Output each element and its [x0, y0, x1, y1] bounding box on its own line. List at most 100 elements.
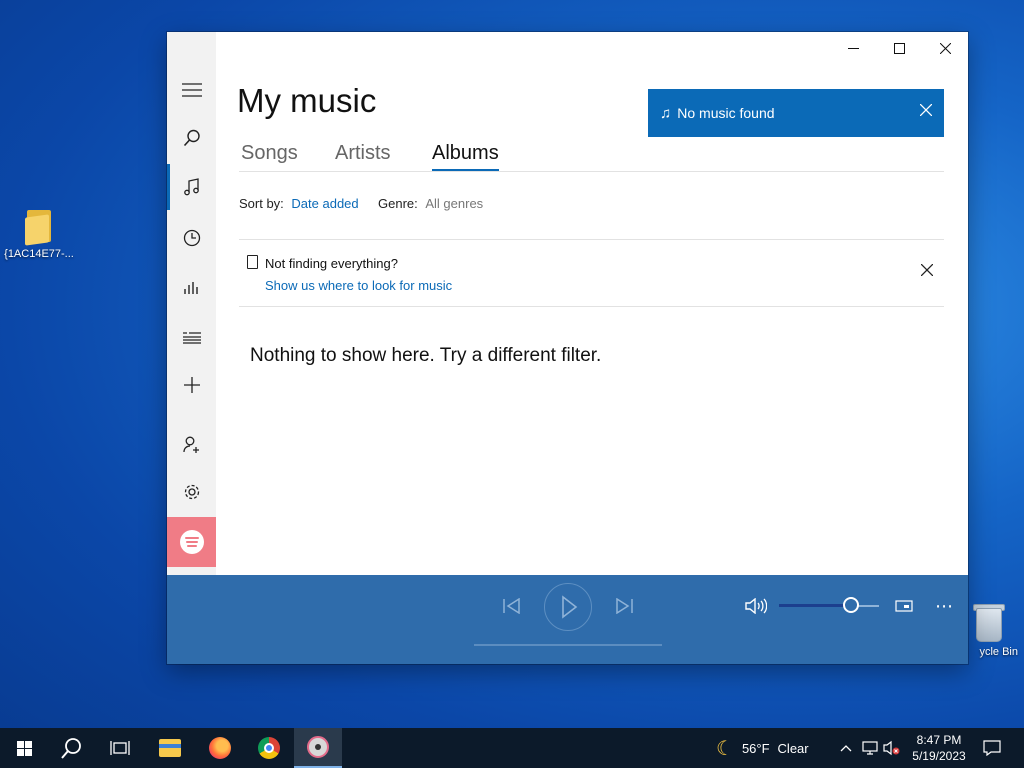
- clock-time: 8:47 PM: [916, 733, 962, 747]
- speaker-volume-icon: [745, 598, 767, 614]
- search-icon: [61, 738, 81, 759]
- windows-logo-icon: [16, 740, 32, 756]
- mini-view-button[interactable]: [891, 593, 917, 619]
- firefox-icon: [209, 737, 231, 759]
- network-monitor-icon: [862, 741, 878, 755]
- close-icon: [919, 103, 933, 117]
- task-view-icon: [110, 741, 130, 755]
- recent-plays-button[interactable]: [167, 215, 216, 261]
- close-window-button[interactable]: [922, 32, 968, 64]
- chevron-up-icon: [840, 745, 852, 752]
- now-playing-button[interactable]: [167, 265, 216, 311]
- sort-value-dropdown[interactable]: Date added: [291, 196, 358, 211]
- playlists-icon: [182, 332, 201, 344]
- plus-icon: [183, 377, 200, 393]
- moon-icon: ☾: [716, 737, 734, 760]
- close-icon: [920, 263, 934, 277]
- playlists-button[interactable]: [167, 315, 216, 361]
- file-explorer-taskbar-button[interactable]: [146, 728, 194, 768]
- search-icon: [183, 129, 200, 147]
- desktop-folder-label: {1AC14E77-...: [4, 248, 74, 260]
- more-dots-icon: ⋯: [935, 595, 953, 616]
- sign-in-button[interactable]: [167, 422, 216, 468]
- new-playlist-button[interactable]: [167, 362, 216, 408]
- navigation-rail: [167, 32, 216, 575]
- taskbar: ☾ 56°F Clear 8:47 PM 5/19/2023: [0, 728, 1024, 768]
- groove-music-taskbar-button[interactable]: [294, 728, 342, 768]
- banner-close-button[interactable]: [919, 103, 933, 121]
- music-note-icon: [183, 178, 199, 196]
- groove-music-icon: [307, 736, 329, 758]
- recycle-bin-icon: [973, 602, 1005, 642]
- show-music-locations-link[interactable]: Show us where to look for music: [265, 278, 452, 293]
- volume-button[interactable]: [743, 593, 769, 619]
- banner-text: No music found: [677, 105, 775, 121]
- user-add-icon: [182, 436, 199, 453]
- notification-icon: [983, 740, 1001, 756]
- file-explorer-icon: [159, 739, 181, 757]
- clock-date: 5/19/2023: [912, 749, 966, 763]
- no-music-banner: ♫ No music found: [648, 89, 944, 137]
- settings-button[interactable]: [167, 469, 216, 515]
- empty-state-message: Nothing to show here. Try a different fi…: [250, 345, 602, 366]
- more-options-button[interactable]: ⋯: [931, 593, 957, 619]
- task-view-button[interactable]: [96, 728, 144, 768]
- network-tray-button[interactable]: [860, 728, 880, 768]
- weather-condition: Clear: [777, 740, 809, 756]
- next-button[interactable]: [611, 593, 637, 619]
- my-music-nav-button[interactable]: [167, 164, 216, 210]
- chrome-icon: [258, 737, 280, 759]
- hamburger-menu-icon: [181, 83, 202, 97]
- spotify-tile-button[interactable]: [167, 517, 216, 567]
- maximize-icon: [893, 42, 905, 54]
- tab-songs[interactable]: Songs: [241, 142, 298, 165]
- sort-filter[interactable]: Sort by: Date added: [239, 196, 359, 211]
- genre-label: Genre:: [378, 196, 418, 211]
- weather-temperature: 56°F: [741, 740, 770, 756]
- hamburger-menu-button[interactable]: [167, 67, 216, 113]
- previous-button[interactable]: [499, 593, 525, 619]
- page-title: My music: [237, 82, 377, 119]
- spotify-icon: [179, 530, 204, 554]
- folder-icon: [25, 208, 53, 246]
- next-icon: [616, 598, 633, 614]
- genre-value-dropdown[interactable]: All genres: [425, 196, 483, 211]
- notice-close-button[interactable]: [920, 263, 934, 281]
- chrome-taskbar-button[interactable]: [245, 728, 293, 768]
- tabs-divider: [239, 171, 944, 172]
- tab-albums[interactable]: Albums: [432, 142, 499, 165]
- genre-filter[interactable]: Genre: All genres: [378, 196, 483, 211]
- notice-title: Not finding everything?: [265, 256, 398, 271]
- minimize-icon: [847, 47, 859, 49]
- now-playing-bars-icon: [183, 282, 198, 294]
- mini-player-icon: [895, 600, 913, 612]
- document-icon: [247, 255, 258, 269]
- tab-artists[interactable]: Artists: [335, 142, 391, 165]
- notice-bottom-divider: [239, 306, 944, 307]
- play-icon: [561, 594, 577, 619]
- play-button[interactable]: [544, 583, 592, 631]
- firefox-taskbar-button[interactable]: [196, 728, 244, 768]
- music-note-icon: ♫: [660, 104, 672, 122]
- start-button[interactable]: [0, 728, 48, 768]
- groove-music-window: My music Songs Artists Albums ♫ No music…: [167, 32, 968, 664]
- notice-top-divider: [239, 239, 944, 240]
- taskbar-search-button[interactable]: [48, 728, 96, 768]
- previous-icon: [503, 598, 520, 614]
- playback-progress-bar[interactable]: [474, 644, 662, 646]
- search-button[interactable]: [167, 115, 216, 161]
- desktop-folder-icon[interactable]: {1AC14E77-...: [2, 208, 76, 260]
- show-hidden-icons-button[interactable]: [836, 728, 856, 768]
- taskbar-clock[interactable]: 8:47 PM 5/19/2023: [898, 732, 980, 764]
- sort-label: Sort by:: [239, 196, 284, 211]
- recent-clock-icon: [183, 229, 200, 247]
- volume-slider-fill: [779, 604, 851, 607]
- maximize-button[interactable]: [876, 32, 922, 64]
- weather-widget[interactable]: ☾ 56°F Clear: [716, 728, 822, 768]
- player-bar: ⋯: [167, 575, 968, 664]
- notifications-button[interactable]: [980, 728, 1004, 768]
- minimize-button[interactable]: [830, 32, 876, 64]
- close-icon: [939, 42, 951, 54]
- volume-slider-thumb[interactable]: [843, 597, 859, 613]
- gear-icon: [184, 484, 199, 500]
